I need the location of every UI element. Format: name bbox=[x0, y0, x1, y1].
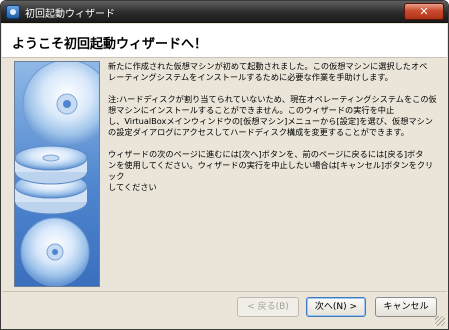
window-title: 初回起動ウィザード bbox=[25, 9, 115, 20]
next-button[interactable]: 次へ(N) > bbox=[306, 297, 366, 317]
disc-stack-graphic bbox=[15, 62, 99, 286]
virtualbox-icon bbox=[6, 5, 20, 19]
cd-discs-icon bbox=[14, 61, 100, 287]
disc-top bbox=[22, 62, 99, 149]
note-paragraph: 注:ハードディスクが割り当てられていないため、現在オペレーティングシステムをこの… bbox=[108, 94, 437, 137]
cancel-button[interactable]: キャンセル bbox=[375, 297, 437, 317]
page-title: ようこそ初回起動ウィザードへ！ bbox=[12, 37, 208, 52]
wizard-body: 新たに作成された仮想マシンが初めて起動されました。この仮想マシンに選択したオペ … bbox=[2, 59, 447, 291]
resize-grip-icon[interactable] bbox=[435, 316, 445, 326]
title-bar[interactable]: 初回起動ウィザード ✕ bbox=[1, 1, 448, 23]
intro-paragraph: 新たに作成された仮想マシンが初めて起動されました。この仮想マシンに選択したオペ … bbox=[108, 61, 428, 82]
wizard-content: 新たに作成された仮想マシンが初めて起動されました。この仮想マシンに選択したオペ … bbox=[108, 61, 438, 204]
wizard-window: 初回起動ウィザード ✕ ようこそ初回起動ウィザードへ！ 新たに作成された仮想マシ… bbox=[0, 0, 449, 330]
disc-bottom bbox=[20, 217, 90, 286]
disc-stack bbox=[15, 145, 88, 215]
footer-divider bbox=[2, 291, 447, 292]
navigation-paragraph: ウィザードの次のページに進むには[次へ]ボタンを、前のページに戻るには[戻る]ボ… bbox=[108, 149, 434, 192]
close-button[interactable]: ✕ bbox=[404, 3, 444, 20]
wizard-header: ようこそ初回起動ウィザードへ！ bbox=[2, 24, 447, 58]
back-button[interactable]: < 戻る(B) bbox=[237, 297, 299, 317]
